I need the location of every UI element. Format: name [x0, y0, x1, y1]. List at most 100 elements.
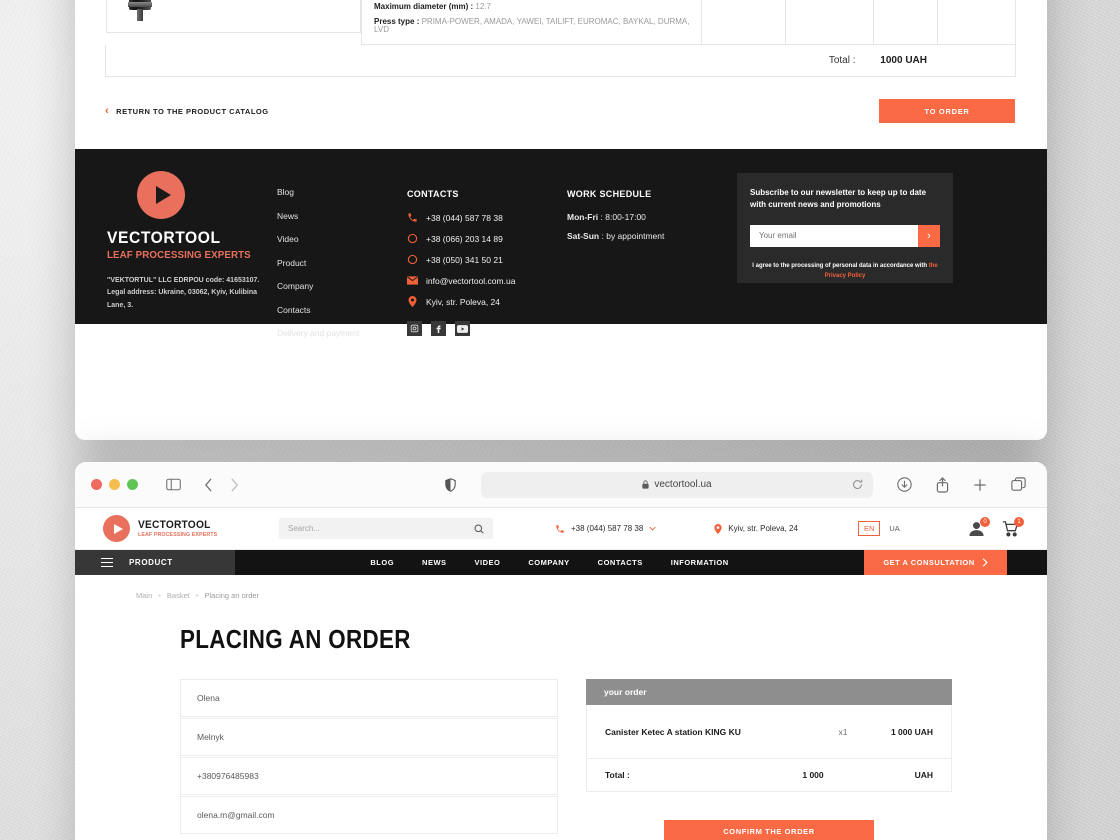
footer-logo-text: VECTORTOOL LEAF PROCESSING EXPERTS — [107, 228, 277, 261]
footer-link-delivery[interactable]: Delivery and payment — [277, 328, 407, 338]
nav-link-contacts[interactable]: CONTACTS — [598, 558, 643, 567]
footer-phone-2[interactable]: +38 (066) 203 14 89 — [407, 233, 567, 244]
return-to-catalog-link[interactable]: ‹ RETURN TO THE PRODUCT CATALOG — [105, 105, 269, 117]
schedule-row-weekday: Mon-Fri : 8:00-17:00 — [567, 212, 737, 222]
nav-link-company[interactable]: COMPANY — [528, 558, 569, 567]
cart-section: Goods Characteristics Price for 1 pc. Nu… — [75, 0, 1047, 123]
new-tab-icon[interactable] — [967, 472, 993, 498]
footer-link-news[interactable]: News — [277, 211, 407, 221]
search-input[interactable]: Search... — [279, 518, 493, 539]
share-icon[interactable] — [929, 472, 955, 498]
nav-link-news[interactable]: NEWS — [422, 558, 447, 567]
nav-link-information[interactable]: INFORMATION — [671, 558, 729, 567]
newsletter-text: Subscribe to our newsletter to keep up t… — [750, 188, 927, 210]
breadcrumb-basket[interactable]: Basket — [167, 591, 190, 600]
close-icon[interactable]: ✕ — [953, 0, 961, 2]
site-navigation: PRODUCT BLOG NEWS VIDEO COMPANY CONTACTS… — [75, 550, 1047, 575]
footer-phone-1[interactable]: +38 (044) 587 78 38 — [407, 212, 567, 223]
cart-remove-cell[interactable]: ✕ Remove — [937, 0, 1016, 45]
nav-link-video[interactable]: VIDEO — [475, 558, 501, 567]
lang-en-button[interactable]: EN — [857, 521, 881, 536]
search-placeholder: Search... — [288, 524, 321, 533]
forward-button[interactable] — [221, 472, 247, 498]
footer-phone-3-text: +38 (050) 341 50 21 — [426, 254, 503, 265]
facebook-icon[interactable] — [431, 321, 446, 336]
first-name-field[interactable]: Olena — [180, 679, 558, 717]
footer-link-contacts[interactable]: Contacts — [277, 305, 407, 315]
get-consultation-button[interactable]: GET A CONSULTATION — [864, 550, 1007, 575]
phone-field[interactable]: +380976485983 — [180, 757, 558, 795]
shield-icon[interactable] — [437, 472, 463, 498]
footer-email[interactable]: info@vectortool.com.ua — [407, 275, 567, 286]
summary-total-currency: UAH — [914, 770, 933, 780]
list-item: Canister Ketec A station KING KU x1 1 00… — [586, 705, 952, 759]
site-brand-name: VECTORTOOL — [138, 519, 211, 531]
email-field[interactable]: olena.m@gmail.com — [180, 796, 558, 834]
footer-link-product[interactable]: Product — [277, 258, 407, 268]
characteristic-row: Maximum diameter (mm) : 12.7 — [374, 3, 693, 11]
confirm-order-button[interactable]: CONFIRM THE ORDER — [664, 820, 874, 840]
header-phone[interactable]: +38 (044) 587 78 38 — [555, 524, 656, 534]
hamburger-menu-icon[interactable] — [101, 557, 113, 568]
nav-product-button[interactable]: PRODUCT — [75, 550, 235, 575]
cart-actions: ‹ RETURN TO THE PRODUCT CATALOG TO ORDER — [105, 99, 1015, 123]
account-button[interactable]: 0 — [968, 517, 990, 536]
chevron-down-icon[interactable] — [649, 526, 656, 531]
nav-link-blog[interactable]: BLOG — [370, 558, 394, 567]
breadcrumb-main[interactable]: Main — [136, 591, 152, 600]
brand-name: VECTORTOOL — [107, 228, 221, 247]
quantity-increase-button[interactable]: + — [840, 0, 845, 1]
get-consultation-label: GET A CONSULTATION — [883, 558, 975, 567]
footer-link-company[interactable]: Company — [277, 281, 407, 291]
last-name-field[interactable]: Melnyk — [180, 718, 558, 756]
cart-total-row: Total : 1000 UAH — [105, 44, 1016, 77]
footer-phone-3[interactable]: +38 (050) 341 50 21 — [407, 254, 567, 265]
header-phone-text: +38 (044) 587 78 38 — [571, 524, 644, 533]
cart-grand-total: Total : 1000 UAH — [114, 55, 1007, 66]
schedule-hours: by appointment — [606, 231, 665, 241]
footer-phone-2-text: +38 (066) 203 14 89 — [426, 233, 503, 244]
table-row: Canister Ketec A station KING KU Tool sy… — [105, 0, 1016, 45]
site-logo[interactable]: VECTORTOOL LEAF PROCESSING EXPERTS — [103, 515, 273, 542]
lock-icon — [642, 480, 649, 489]
footer-brand: VECTORTOOL LEAF PROCESSING EXPERTS "VEKT… — [107, 171, 277, 324]
tab-overview-icon[interactable] — [1005, 472, 1031, 498]
chevron-right-icon — [982, 558, 988, 567]
footer-social-links — [407, 321, 567, 336]
footer-email-text: info@vectortool.com.ua — [426, 275, 516, 286]
address-bar[interactable]: vectortool.ua — [481, 471, 873, 498]
maximize-window-button[interactable] — [127, 479, 138, 490]
to-order-button[interactable]: TO ORDER — [879, 99, 1015, 123]
quantity-stepper[interactable]: - 1 + — [794, 0, 865, 1]
pin-icon — [714, 523, 722, 534]
breadcrumb-separator: • — [158, 591, 161, 600]
site-brand-tagline: LEAF PROCESSING EXPERTS — [138, 532, 218, 538]
schedule-hours: 8:00-17:00 — [605, 212, 646, 222]
reload-icon[interactable] — [852, 479, 863, 490]
quantity-decrease-button[interactable]: - — [814, 0, 817, 1]
order-summary-title: your order — [586, 679, 952, 705]
address-bar-url: vectortool.ua — [642, 479, 712, 490]
header-address-text: Kyiv, str. Poleva, 24 — [728, 524, 798, 533]
cart-button[interactable]: 1 — [1002, 516, 1024, 537]
newsletter-submit-button[interactable]: › — [918, 224, 940, 247]
downloads-icon[interactable] — [891, 472, 917, 498]
sidebar-toggle-icon[interactable] — [160, 472, 186, 498]
lang-ua-button[interactable]: UA — [889, 524, 899, 533]
footer-contacts-title: CONTACTS — [407, 189, 459, 199]
search-icon[interactable] — [474, 524, 484, 534]
remove-label[interactable]: Remove — [966, 0, 1000, 1]
cart-total-label: Total : — [828, 55, 856, 66]
instagram-icon[interactable] — [407, 321, 422, 336]
minimize-window-button[interactable] — [109, 479, 120, 490]
footer-link-blog[interactable]: Blog — [277, 187, 407, 197]
back-button[interactable] — [195, 472, 221, 498]
cart-characteristics-cell: Tool system : Thick Turret Type of tool … — [361, 0, 702, 45]
youtube-icon[interactable] — [455, 321, 470, 336]
footer-link-video[interactable]: Video — [277, 234, 407, 244]
characteristic-value: 12.7 — [475, 2, 491, 11]
viber-icon — [407, 254, 418, 265]
close-window-button[interactable] — [91, 479, 102, 490]
characteristic-label: Maximum diameter (mm) : — [374, 2, 474, 11]
newsletter-email-input[interactable] — [750, 224, 918, 247]
